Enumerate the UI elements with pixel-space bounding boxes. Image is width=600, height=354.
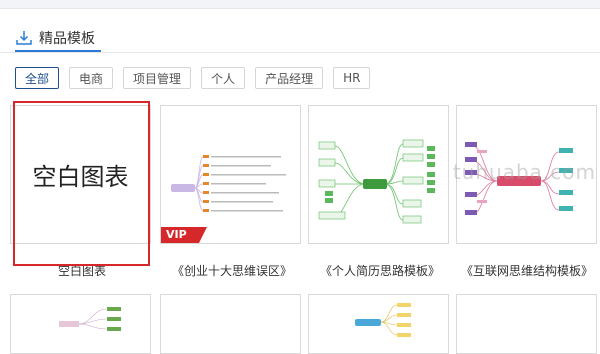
download-icon — [15, 29, 33, 47]
tab-project-management[interactable]: 项目管理 — [123, 67, 192, 89]
mindmap-thumbnail — [355, 303, 411, 337]
tab-personal[interactable]: 个人 — [201, 67, 246, 89]
tab-product-manager[interactable]: 产品经理 — [255, 67, 324, 89]
template-card-startup[interactable]: VIP — [160, 105, 301, 244]
category-tabs: 全部 电商 项目管理 个人 产品经理 HR — [15, 67, 380, 89]
section-title: 精品模板 — [39, 31, 95, 47]
divider — [0, 52, 600, 53]
tab-ecommerce[interactable]: 电商 — [69, 67, 114, 89]
watermark: tuhuaba.com — [452, 160, 596, 184]
mindmap-thumbnail — [59, 307, 121, 331]
tab-hr[interactable]: HR — [333, 67, 371, 89]
template-card-row2-2[interactable] — [160, 294, 301, 354]
template-label-startup[interactable]: 《创业十大思维误区》 — [172, 262, 292, 279]
vip-label: VIP — [166, 228, 187, 241]
mindmap-thumbnail — [318, 139, 435, 224]
mindmap-thumbnail — [171, 155, 286, 212]
template-card-row2-1[interactable] — [10, 294, 151, 354]
template-card-row2-4[interactable] — [456, 294, 597, 354]
template-label-internet[interactable]: 《互联网思维结构模板》 — [461, 262, 593, 279]
template-card-resume[interactable] — [308, 105, 449, 244]
top-strip — [0, 0, 600, 9]
selection-highlight — [13, 101, 150, 266]
template-label-resume[interactable]: 《个人简历思路模板》 — [320, 262, 440, 279]
section-header[interactable]: 精品模板 — [15, 26, 95, 50]
tab-all[interactable]: 全部 — [15, 67, 60, 89]
template-card-row2-3[interactable] — [308, 294, 449, 354]
